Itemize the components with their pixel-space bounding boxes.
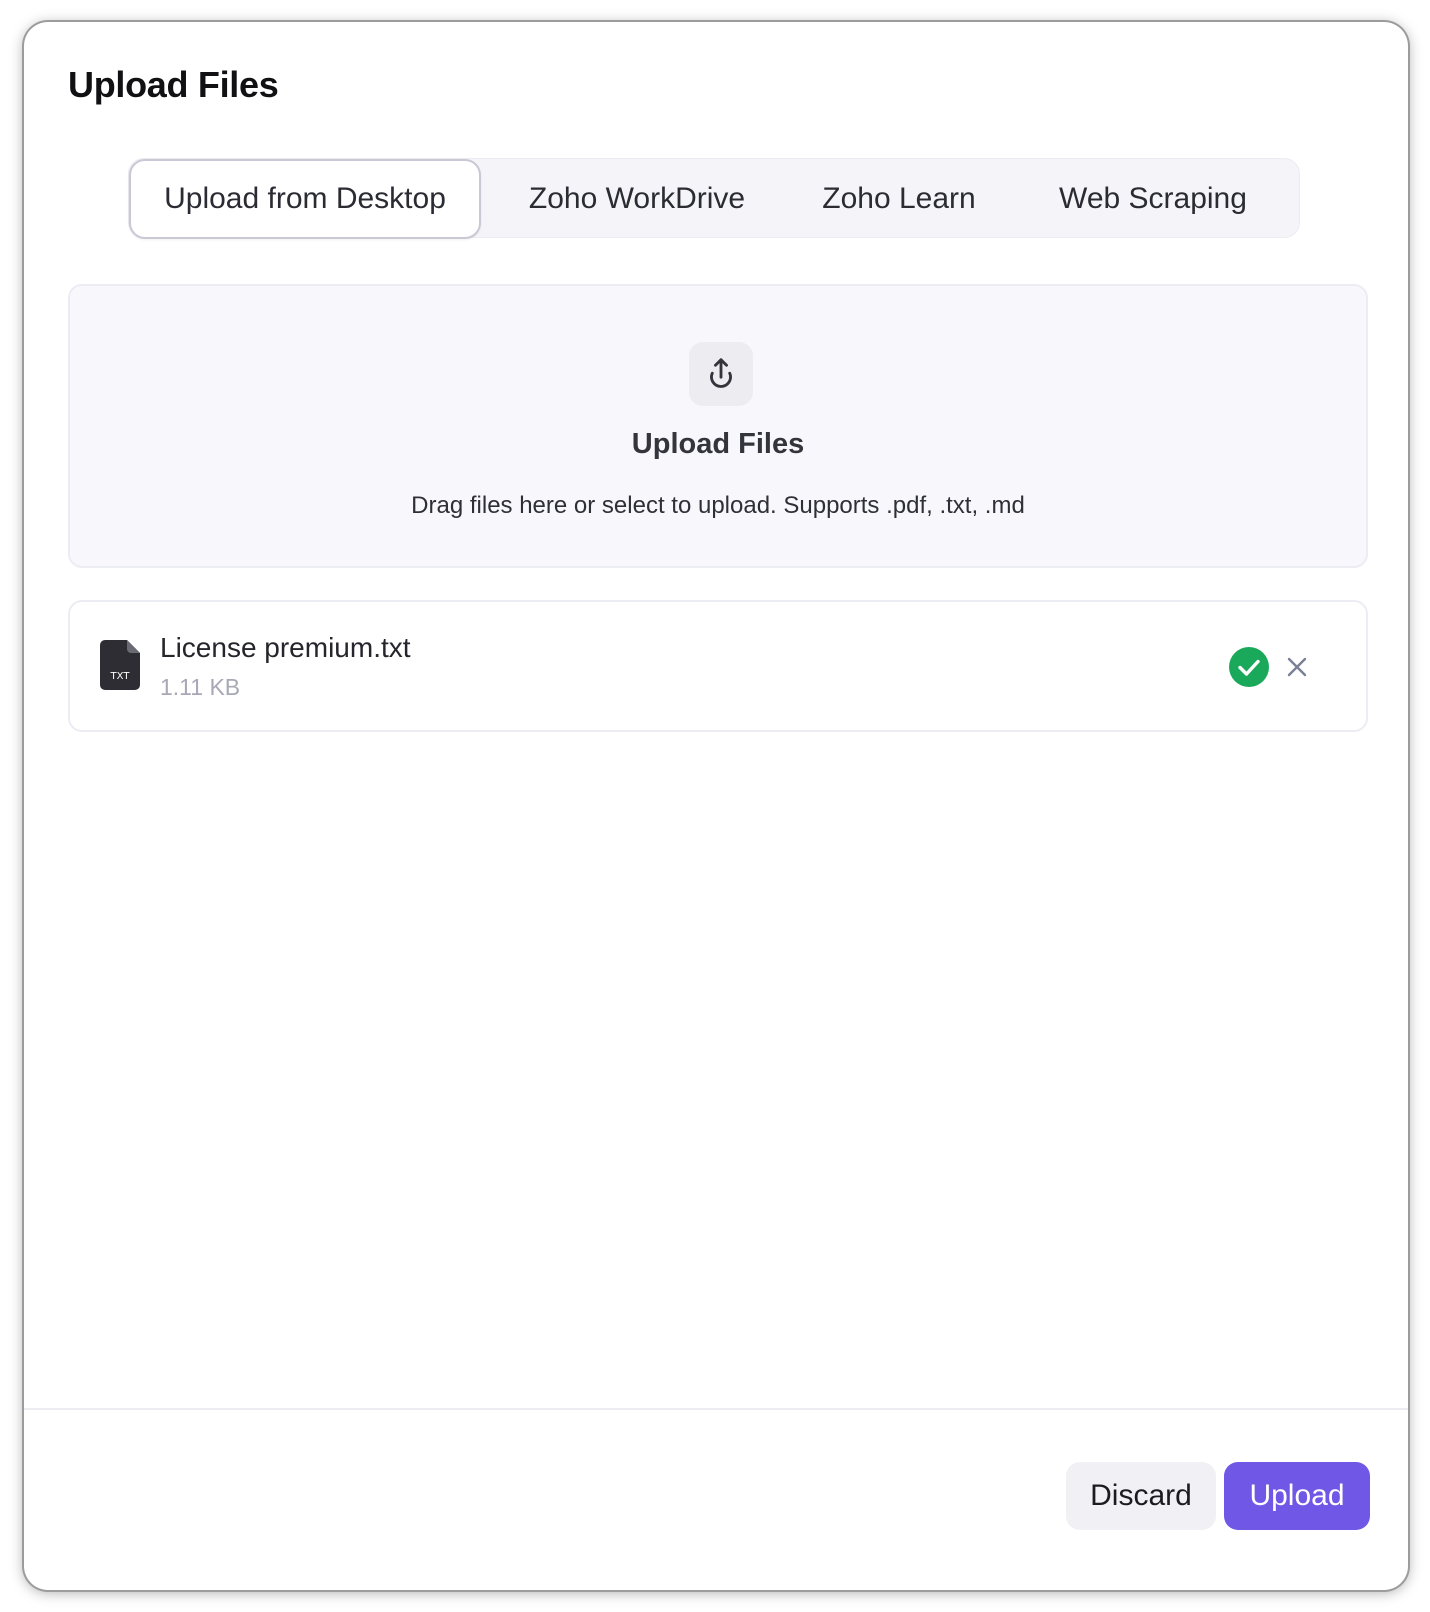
dropzone-title: Upload Files bbox=[631, 428, 805, 460]
tab-zoho-workdrive[interactable]: Zoho WorkDrive bbox=[489, 159, 785, 239]
file-size: 1.11 KB bbox=[160, 674, 241, 700]
tab-zoho-learn[interactable]: Zoho Learn bbox=[787, 159, 1011, 239]
dialog-title: Upload Files bbox=[68, 64, 279, 105]
upload-button[interactable]: Upload bbox=[1224, 1462, 1370, 1530]
tab-web-scraping[interactable]: Web Scraping bbox=[1017, 159, 1289, 239]
upload-icon bbox=[710, 358, 732, 388]
tab-upload-from-desktop[interactable]: Upload from Desktop bbox=[129, 159, 481, 239]
file-type-badge: TXT bbox=[110, 671, 131, 682]
check-circle-icon bbox=[1229, 647, 1269, 687]
remove-file-button[interactable] bbox=[1280, 650, 1314, 684]
file-list-item: TXT License premium.txt 1.11 KB bbox=[68, 600, 1368, 732]
close-icon bbox=[1287, 657, 1307, 677]
footer-divider bbox=[24, 1408, 1408, 1410]
dropzone-subtitle: Drag files here or select to upload. Sup… bbox=[411, 492, 1025, 519]
discard-button[interactable]: Discard bbox=[1066, 1462, 1216, 1530]
file-dropzone[interactable]: Upload Files Drag files here or select t… bbox=[68, 284, 1368, 568]
upload-files-dialog: Upload Files Upload from Desktop Zoho Wo… bbox=[24, 22, 1408, 1590]
source-tabs: Upload from Desktop Zoho WorkDrive Zoho … bbox=[128, 158, 1300, 239]
file-name: License premium.txt bbox=[160, 632, 411, 663]
txt-file-icon: TXT bbox=[100, 640, 140, 690]
upload-icon-container bbox=[689, 342, 753, 406]
